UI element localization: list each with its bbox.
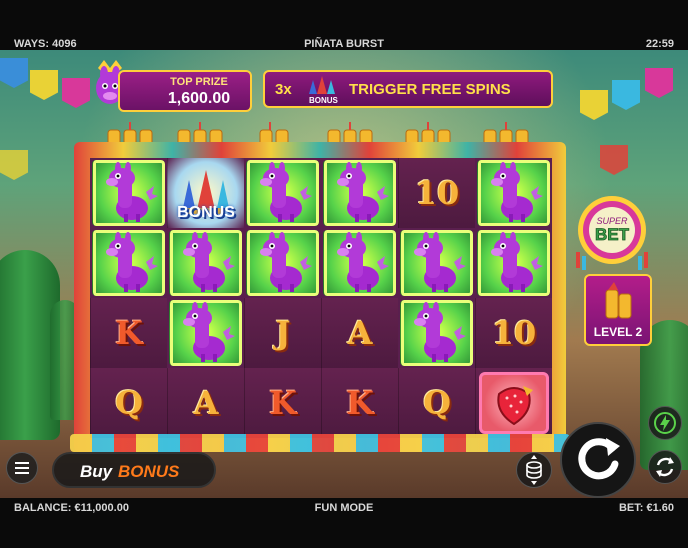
card-symbol-label: 10 bbox=[414, 174, 460, 212]
autoplay-button[interactable] bbox=[648, 450, 682, 484]
card-symbol: K bbox=[90, 298, 167, 368]
card-symbol: J bbox=[244, 298, 321, 368]
top-prize-panel: TOP PRIZE 1,600.00 bbox=[118, 70, 252, 112]
top-prize-amount: 1,600.00 bbox=[167, 90, 231, 107]
game-mode: FUN MODE bbox=[314, 502, 374, 514]
card-symbol: A bbox=[167, 368, 244, 438]
llama-symbol bbox=[323, 160, 396, 226]
super-bet-label: BET bbox=[595, 225, 630, 244]
strawberry-pinata-symbol bbox=[475, 368, 552, 438]
llama-symbol bbox=[169, 230, 242, 296]
card-symbol-label: J bbox=[275, 314, 291, 352]
llama-symbol bbox=[169, 300, 242, 366]
clock: 22:59 bbox=[645, 38, 674, 50]
card-symbol-label: K bbox=[269, 384, 297, 422]
game-stage: TOP PRIZE 1,600.00 3x BONUS TRIGGER FREE… bbox=[0, 50, 688, 498]
card-symbol: 10 bbox=[475, 298, 552, 368]
card-symbol-label: Q bbox=[115, 384, 143, 422]
hamburger-menu-icon bbox=[15, 462, 29, 464]
bonus-gem-icon bbox=[309, 76, 335, 94]
card-symbol: K bbox=[244, 368, 321, 438]
bottom-bar: BALANCE: €11,000.00 FUN MODE BET: €1.60 bbox=[0, 498, 688, 548]
llama-symbol bbox=[477, 160, 550, 226]
bet-settings-button[interactable] bbox=[516, 452, 552, 488]
card-symbol: Q bbox=[90, 368, 167, 438]
lightning-icon bbox=[654, 412, 676, 434]
game-title: PIÑATA BURST bbox=[304, 38, 384, 50]
free-spins-multiplier: 3x bbox=[275, 81, 292, 98]
hamburger-menu-icon-bar bbox=[15, 467, 29, 469]
card-symbol-label: A bbox=[193, 384, 219, 422]
free-spins-banner: 3x BONUS TRIGGER FREE SPINS bbox=[263, 70, 553, 108]
papel-picado-flag bbox=[645, 68, 673, 98]
llama-symbol bbox=[246, 160, 319, 226]
papel-picado-flag bbox=[62, 78, 90, 108]
buy-bonus-bonus-label: BONUS bbox=[118, 462, 180, 481]
card-symbol-label: K bbox=[115, 314, 143, 352]
reel-base-trim bbox=[70, 434, 570, 452]
card-symbol-label: 10 bbox=[491, 314, 537, 352]
card-symbol: K bbox=[321, 368, 398, 438]
bonus-symbol: BONUS bbox=[167, 158, 244, 228]
llama-symbol bbox=[400, 230, 473, 296]
llama-symbol bbox=[323, 230, 396, 296]
bet-amount: BET: €1.60 bbox=[618, 502, 674, 514]
papel-picado-flag bbox=[580, 90, 608, 120]
card-symbol-label: A bbox=[347, 314, 373, 352]
card-symbol-label: K bbox=[346, 384, 374, 422]
super-bet-level: LEVEL 2 bbox=[593, 325, 643, 339]
spin-arrow-icon bbox=[578, 438, 620, 480]
firecracker-icon bbox=[605, 282, 632, 319]
papel-picado-flag bbox=[30, 70, 58, 100]
llama-symbol bbox=[92, 160, 165, 226]
status-bar: WAYS: 4096 PIÑATA BURST 22:59 bbox=[0, 0, 688, 50]
llama-symbol bbox=[477, 230, 550, 296]
buy-bonus-buy-label: Buy bbox=[80, 462, 113, 481]
menu-button[interactable] bbox=[6, 452, 38, 484]
free-spins-bonus-label: BONUS bbox=[309, 96, 338, 105]
papel-picado-flag bbox=[600, 145, 628, 175]
spin-button[interactable] bbox=[560, 422, 636, 498]
llama-symbol bbox=[246, 230, 319, 296]
reel-grid: BONUS 10 K J A 10 Q A K K Q bbox=[90, 158, 552, 438]
papel-picado-flag bbox=[612, 80, 640, 110]
super-bet-level-panel[interactable]: LEVEL 2 bbox=[584, 274, 652, 346]
top-prize-label: TOP PRIZE bbox=[170, 76, 228, 88]
bonus-symbol-label: BONUS bbox=[177, 204, 235, 221]
papel-picado-flag bbox=[0, 58, 28, 88]
card-symbol: A bbox=[321, 298, 398, 368]
free-spins-text: TRIGGER FREE SPINS bbox=[349, 81, 511, 98]
hamburger-menu-icon-bar bbox=[15, 472, 29, 474]
coin-stack-icon bbox=[526, 455, 542, 485]
llama-symbol bbox=[92, 230, 165, 296]
card-symbol: 10 bbox=[398, 158, 475, 228]
autoplay-cycle-icon bbox=[656, 457, 674, 477]
papel-picado-flag bbox=[0, 150, 28, 180]
buy-bonus-button[interactable]: Buy BONUS bbox=[52, 452, 216, 488]
super-bet-button[interactable]: SUPER BET bbox=[570, 190, 654, 272]
turbo-button[interactable] bbox=[648, 406, 682, 440]
card-symbol-label: Q bbox=[423, 384, 451, 422]
card-symbol: Q bbox=[398, 368, 475, 438]
llama-symbol bbox=[400, 300, 473, 366]
